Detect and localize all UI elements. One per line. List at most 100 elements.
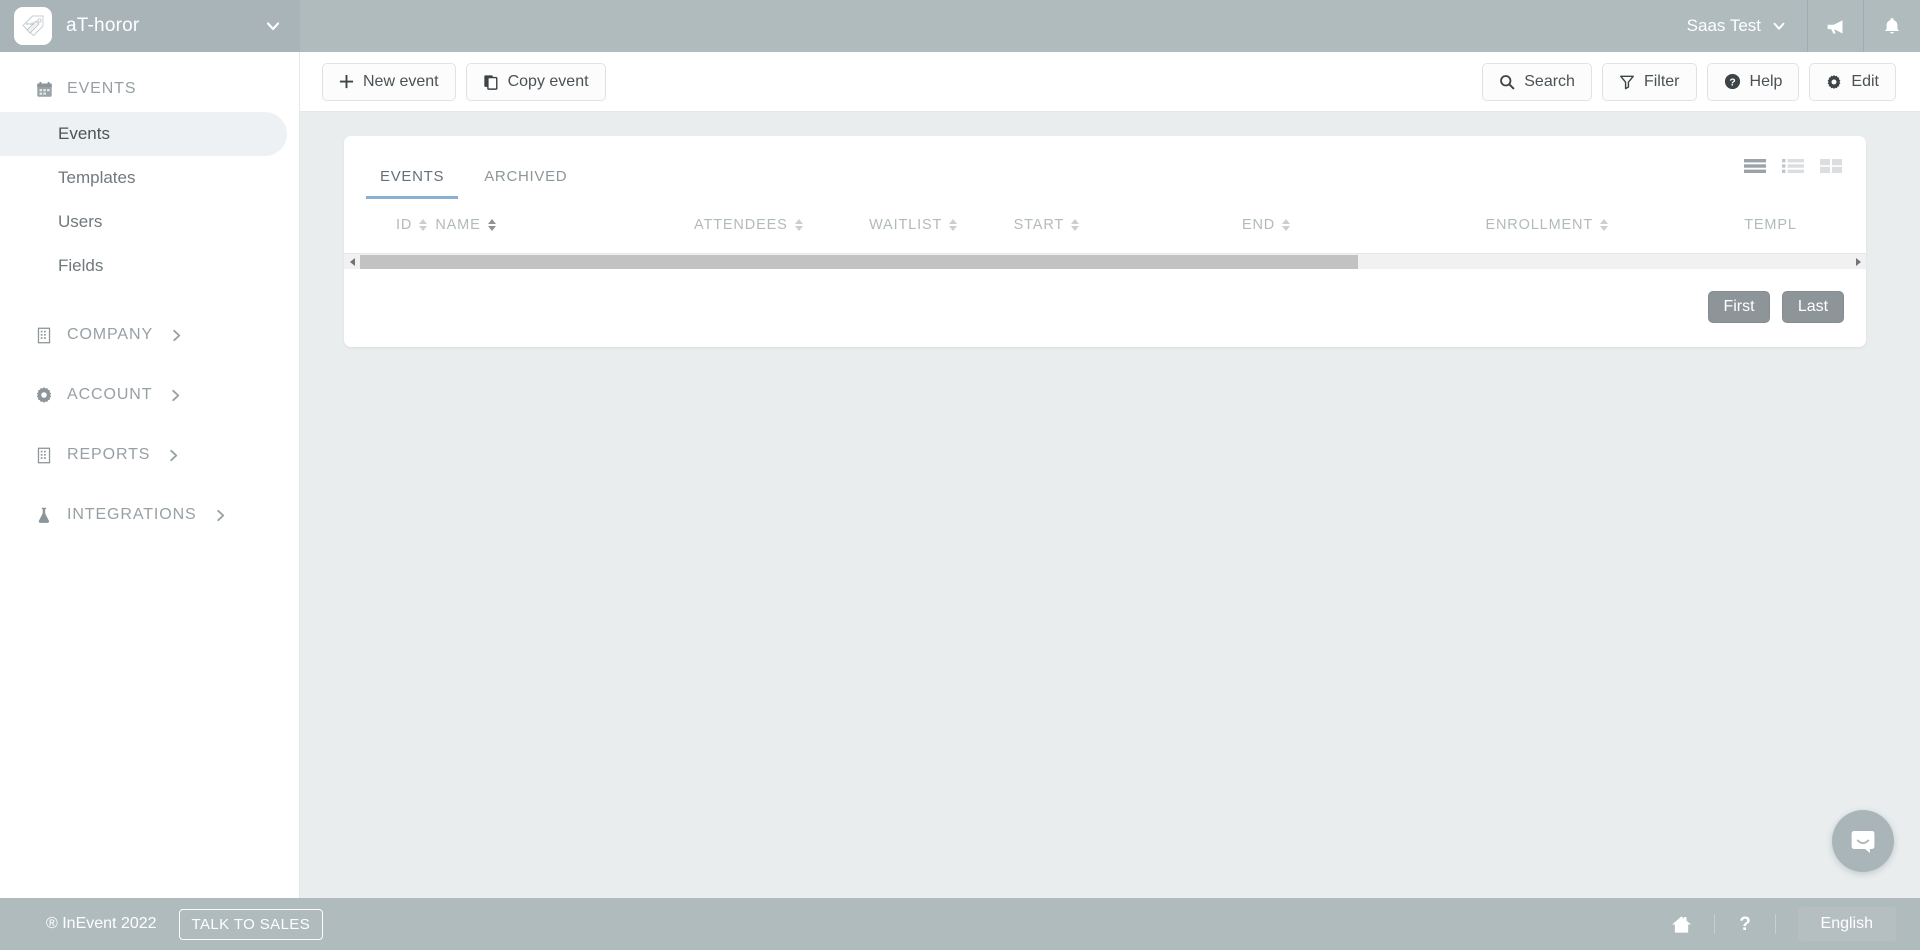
footer: ® InEvent 2022 TALK TO SALES ? English — [0, 898, 1920, 950]
plus-icon — [339, 74, 354, 89]
list-view-icon[interactable] — [1744, 158, 1766, 174]
language-selector[interactable]: English — [1797, 907, 1896, 941]
column-label: NAME — [435, 217, 481, 233]
sidebar-group-label: ACCOUNT — [67, 386, 153, 403]
tab-label: EVENTS — [380, 168, 445, 185]
first-page-label: First — [1723, 298, 1755, 315]
account-label: Saas Test — [1686, 16, 1761, 35]
column-header-end[interactable]: END — [1242, 199, 1486, 253]
sidebar-group-label: INTEGRATIONS — [67, 506, 197, 523]
chevron-right-icon — [170, 329, 183, 342]
sort-icon[interactable] — [1600, 219, 1609, 231]
events-table: ID NAME ATTENDEES WAITLIST START END ENR… — [344, 199, 1866, 253]
sort-icon[interactable] — [949, 219, 958, 231]
column-header-attendees[interactable]: ATTENDEES — [694, 199, 869, 253]
building-icon — [34, 327, 54, 344]
tab-events[interactable]: EVENTS — [366, 158, 459, 199]
filter-icon — [1619, 74, 1635, 90]
sidebar-group-account[interactable]: ACCOUNT — [0, 378, 299, 412]
sidebar-group-reports[interactable]: REPORTS — [0, 438, 299, 472]
svg-text:InvE: InvE — [26, 21, 34, 26]
search-label: Search — [1524, 72, 1575, 90]
talk-to-sales-label: TALK TO SALES — [191, 915, 311, 933]
column-label: ATTENDEES — [694, 217, 788, 233]
account-menu[interactable]: Saas Test — [1667, 0, 1808, 52]
new-event-label: New event — [363, 72, 439, 90]
copy-event-label: Copy event — [507, 72, 589, 90]
sidebar-item-label: Users — [58, 212, 103, 231]
sidebar-item-users[interactable]: Users — [0, 200, 287, 244]
talk-to-sales-button[interactable]: TALK TO SALES — [178, 908, 324, 940]
sidebar-group-label: COMPANY — [67, 326, 154, 343]
top-bar: InvE aT-horor Saas Test — [0, 0, 1920, 52]
table-header-row: ID NAME ATTENDEES WAITLIST START END ENR… — [344, 199, 1866, 253]
flask-icon — [34, 506, 54, 524]
column-header-template[interactable]: TEMPL — [1744, 199, 1866, 253]
sidebar-subitems-events: Events Templates Users Fields — [0, 112, 299, 288]
sidebar: EVENTS Events Templates Users Fields COM… — [0, 52, 300, 898]
view-toggle-group — [1744, 158, 1842, 174]
sidebar-item-fields[interactable]: Fields — [0, 244, 287, 288]
new-event-button[interactable]: New event — [322, 62, 456, 101]
brand-selector[interactable]: InvE aT-horor — [0, 0, 300, 52]
column-label: ID — [396, 217, 413, 233]
column-label: ENROLLMENT — [1485, 217, 1594, 233]
body: EVENTS Events Templates Users Fields COM… — [0, 52, 1920, 898]
sidebar-item-templates[interactable]: Templates — [0, 156, 287, 200]
events-table-wrapper: ID NAME ATTENDEES WAITLIST START END ENR… — [344, 199, 1866, 269]
sidebar-group-integrations[interactable]: INTEGRATIONS — [0, 498, 299, 532]
sort-icon[interactable] — [419, 219, 428, 231]
sort-icon[interactable] — [1282, 219, 1291, 231]
column-header-start[interactable]: START — [1014, 199, 1242, 253]
edit-button[interactable]: Edit — [1809, 62, 1896, 101]
help-button[interactable]: ? Help — [1706, 62, 1800, 101]
search-button[interactable]: Search — [1482, 62, 1592, 101]
copy-event-button[interactable]: Copy event — [465, 62, 606, 101]
card-tabs: EVENTS ARCHIVED — [366, 158, 593, 199]
scrollbar-track[interactable] — [360, 254, 1850, 269]
card-header: EVENTS ARCHIVED — [344, 136, 1866, 199]
sidebar-group-company[interactable]: COMPANY — [0, 318, 299, 352]
search-icon — [1499, 74, 1515, 90]
sidebar-item-events[interactable]: Events — [0, 112, 287, 156]
megaphone-icon[interactable] — [1808, 0, 1864, 52]
chat-bubble-icon[interactable] — [1832, 810, 1894, 872]
horizontal-scrollbar[interactable] — [344, 253, 1866, 269]
chevron-left-icon[interactable] — [344, 257, 360, 266]
sidebar-group-events[interactable]: EVENTS — [0, 72, 299, 106]
action-bar-right: Search Filter ? Help Edit — [1482, 62, 1896, 101]
copyright-text: ® InEvent 2022 — [46, 915, 157, 932]
last-page-label: Last — [1797, 298, 1829, 315]
column-header-id[interactable]: ID — [344, 199, 435, 253]
question-circle-icon: ? — [1724, 73, 1741, 90]
svg-text:?: ? — [1729, 78, 1735, 89]
calendar-icon — [34, 81, 54, 98]
column-label: WAITLIST — [869, 217, 943, 233]
filter-button[interactable]: Filter — [1601, 62, 1697, 101]
chevron-right-icon — [214, 509, 227, 522]
bell-icon[interactable] — [1864, 0, 1920, 52]
column-header-waitlist[interactable]: WAITLIST — [869, 199, 1014, 253]
app-root: InvE aT-horor Saas Test EVENTS Events Te… — [0, 0, 1920, 950]
gear-icon — [34, 386, 54, 404]
chevron-right-icon[interactable] — [1850, 257, 1866, 266]
column-header-enrollment[interactable]: ENROLLMENT — [1485, 199, 1744, 253]
compact-list-view-icon[interactable] — [1782, 158, 1804, 174]
question-mark-icon[interactable]: ? — [1715, 914, 1775, 934]
scrollbar-thumb[interactable] — [360, 254, 1359, 269]
first-page-button[interactable]: First — [1708, 291, 1770, 323]
sort-icon[interactable] — [487, 219, 496, 231]
tab-archived[interactable]: ARCHIVED — [470, 158, 581, 199]
gear-icon — [1826, 74, 1842, 90]
events-table-head: ID NAME ATTENDEES WAITLIST START END ENR… — [344, 199, 1866, 253]
last-page-button[interactable]: Last — [1782, 291, 1844, 323]
grid-view-icon[interactable] — [1820, 158, 1842, 174]
home-icon[interactable] — [1649, 915, 1714, 934]
column-header-name[interactable]: NAME — [435, 199, 694, 253]
column-label: END — [1241, 217, 1276, 233]
sort-icon[interactable] — [1071, 219, 1080, 231]
sort-icon[interactable] — [794, 219, 803, 231]
